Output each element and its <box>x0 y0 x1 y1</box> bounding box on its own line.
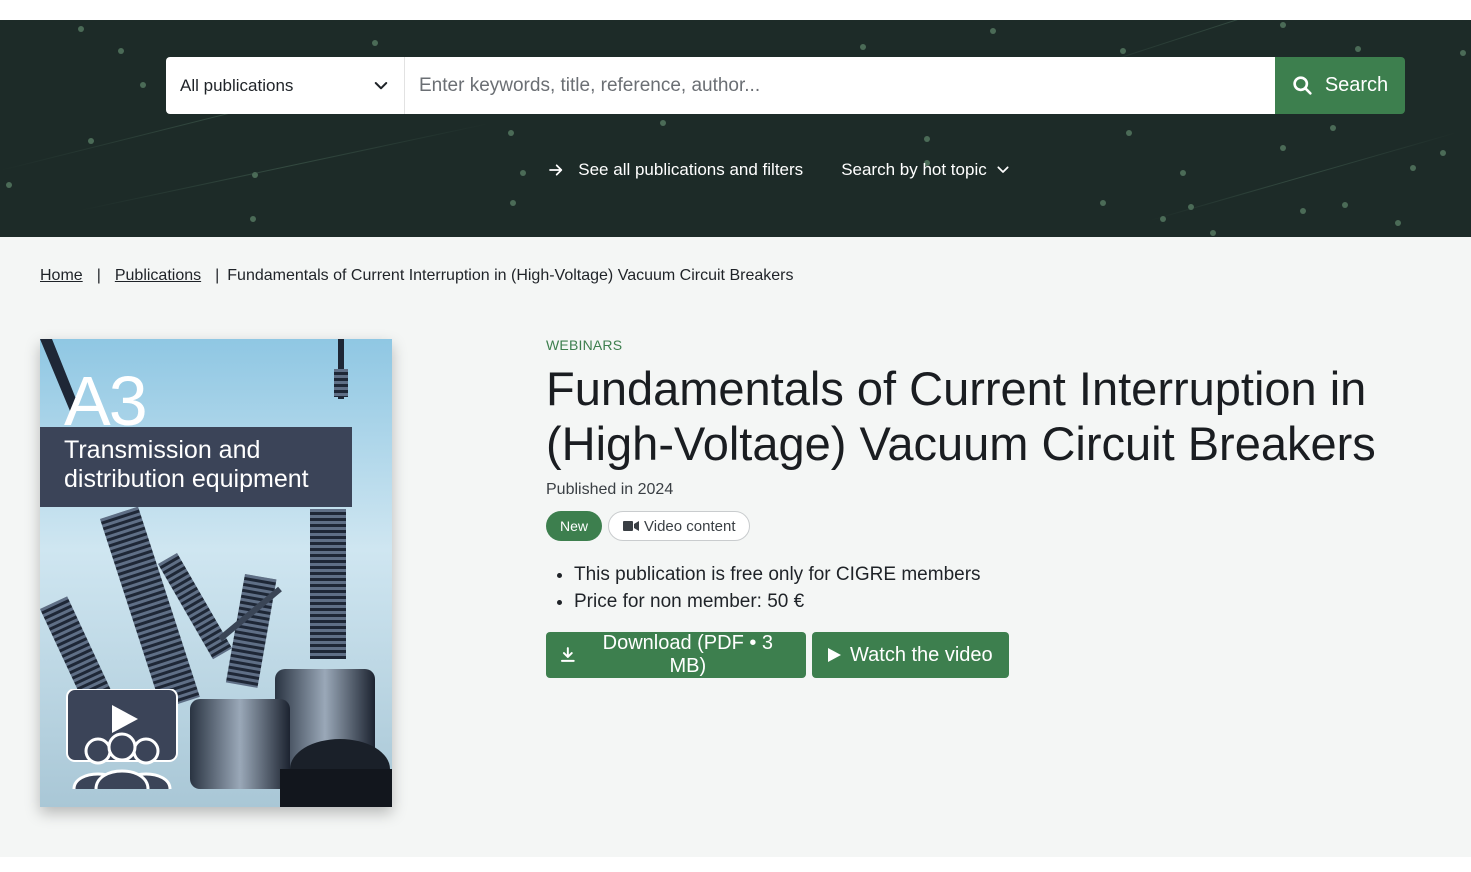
cover-title-band: Transmission and distribution equipment <box>40 427 352 507</box>
watch-video-button[interactable]: Watch the video <box>812 632 1009 678</box>
search-button[interactable]: Search <box>1275 57 1405 114</box>
breadcrumb-separator: | <box>96 267 101 284</box>
watch-video-label: Watch the video <box>850 643 993 666</box>
download-icon <box>560 647 575 662</box>
publication-info-list: This publication is free only for CIGRE … <box>560 561 981 615</box>
breadcrumb-publications-link[interactable]: Publications <box>115 267 201 285</box>
breadcrumb-home-link[interactable]: Home <box>40 267 83 285</box>
hot-topic-label: Search by hot topic <box>841 160 987 179</box>
search-icon <box>1293 76 1312 95</box>
list-item: This publication is free only for CIGRE … <box>574 561 981 588</box>
publication-badges: New Video content <box>546 511 751 541</box>
arrow-right-icon <box>549 164 563 176</box>
published-date: Published in 2024 <box>546 481 674 498</box>
hero-background-pattern <box>0 20 1471 237</box>
publication-category: WEBINARS <box>546 337 623 353</box>
download-pdf-button[interactable]: Download (PDF • 3 MB) <box>546 632 806 678</box>
download-button-label: Download (PDF • 3 MB) <box>602 632 774 677</box>
new-badge: New <box>546 511 603 541</box>
publication-scope-select[interactable]: All publications <box>166 57 405 114</box>
search-input[interactable] <box>405 57 1275 114</box>
scope-select-value: All publications <box>180 75 294 95</box>
publication-cover-image: A3 Transmission and distribution equipme… <box>40 339 392 807</box>
breadcrumb-current: Fundamentals of Current Interruption in … <box>227 267 794 284</box>
cover-title-line1: Transmission and <box>64 436 261 464</box>
breadcrumb: Home | Publications | Fundamentals of Cu… <box>40 267 793 285</box>
play-icon <box>828 648 841 662</box>
cover-title-line2: distribution equipment <box>64 465 309 493</box>
chevron-down-icon <box>374 81 388 89</box>
video-camera-icon <box>623 521 640 531</box>
publication-actions: Download (PDF • 3 MB) Watch the video <box>546 632 1009 678</box>
hero-links: See all publications and filters Search … <box>0 160 1471 180</box>
webinar-icon <box>66 689 178 789</box>
video-content-badge: Video content <box>608 511 751 541</box>
see-all-publications-link[interactable]: See all publications and filters <box>548 160 803 180</box>
page-title: Fundamentals of Current Interruption in … <box>546 362 1376 470</box>
list-item: Price for non member: 50 € <box>574 588 981 615</box>
search-button-label: Search <box>1324 74 1389 96</box>
breadcrumb-separator: | <box>215 267 220 284</box>
search-bar: All publications Search <box>166 57 1405 114</box>
publication-page: Home | Publications | Fundamentals of Cu… <box>0 237 1471 857</box>
top-strip <box>0 0 1471 20</box>
bottom-strip <box>0 857 1471 872</box>
chevron-down-icon <box>997 166 1009 173</box>
video-content-label: Video content <box>644 517 736 535</box>
see-all-publications-label: See all publications and filters <box>578 160 804 179</box>
search-hero: All publications Search See all publicat… <box>0 20 1471 237</box>
hot-topic-dropdown[interactable]: Search by hot topic <box>841 160 1011 180</box>
